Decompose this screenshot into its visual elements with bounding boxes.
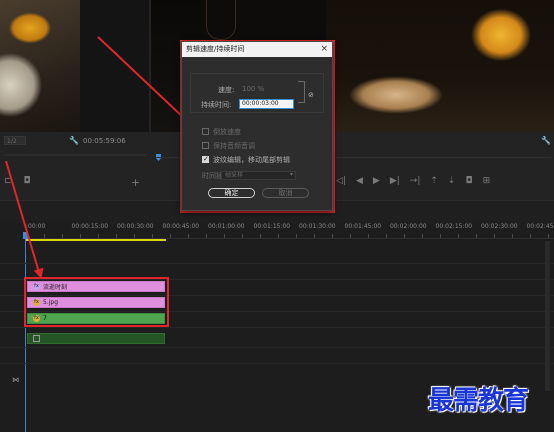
ruler-label: 00:00:30:00	[117, 223, 154, 230]
source-zoom-value: 1/2	[7, 138, 17, 145]
source-button-row: ⊏ ◘	[4, 176, 31, 186]
ruler-label: 00:01:15:00	[253, 223, 291, 230]
lift-icon[interactable]: ⇡	[430, 176, 438, 186]
reverse-speed-label: 倒放速度	[213, 128, 241, 136]
dialog-titlebar[interactable]: 剪辑速度/持续时间 ×	[182, 42, 332, 57]
source-monitor-controls: 1/2 🔧 00:05:59:06 ⊏ ◘ +	[0, 132, 149, 200]
source-frame-image	[0, 0, 80, 132]
extract-icon[interactable]: ⇣	[448, 176, 456, 186]
timeline-scrollbar[interactable]	[545, 241, 550, 391]
timeline-ruler-labels: :00:00 00:00:15:00 00:00:30:00 00:00:45:00 0…	[26, 223, 554, 233]
timeline-marker-icon[interactable]: ⋈	[12, 376, 19, 384]
clip-speed-dialog: 剪辑速度/持续时间 × 速度: 100 % 持续时间: 00:00:03:00 …	[181, 41, 333, 211]
clips-highlight-box	[24, 277, 169, 327]
button-editor-icon[interactable]: ⊞	[483, 176, 491, 186]
interpolation-select[interactable]: 帧采样	[221, 171, 296, 180]
wrench-icon[interactable]: 🔧	[69, 136, 79, 145]
ruler-label: 00:01:00:00	[208, 223, 245, 230]
speed-value[interactable]: 100 %	[242, 85, 264, 93]
source-timecode[interactable]: 00:05:59:06	[83, 137, 126, 145]
step-back-icon[interactable]: ◁|	[336, 176, 346, 186]
maintain-pitch-label: 保持音频音调	[213, 142, 255, 150]
work-area-bar[interactable]	[26, 239, 166, 241]
maintain-pitch-checkbox[interactable]	[202, 142, 209, 149]
close-icon[interactable]: ×	[320, 42, 328, 57]
ruler-label: 00:01:30:00	[299, 223, 336, 230]
ruler-label: 00:00:15:00	[71, 223, 109, 230]
link-bracket	[298, 81, 305, 103]
track-divider	[0, 263, 554, 264]
timeline-playhead[interactable]	[25, 235, 26, 432]
source-zoom-select[interactable]: 1/2	[4, 136, 26, 145]
chain-link-icon[interactable]: ⊘	[308, 91, 314, 99]
wine-glass-shape	[206, 0, 236, 40]
add-button-icon[interactable]: +	[131, 176, 140, 189]
speed-label: 速度:	[218, 86, 235, 94]
source-frame-border	[80, 0, 149, 132]
track-divider	[0, 347, 554, 348]
ruler-label: 00:02:00:00	[390, 223, 427, 230]
ripple-edit-checkbox[interactable]	[202, 155, 209, 163]
ruler-label: 00:00:45:00	[162, 223, 200, 230]
camera-icon[interactable]: ◘	[24, 176, 31, 186]
play-icon[interactable]: ▶	[373, 176, 380, 186]
duration-input[interactable]: 00:00:03:00	[239, 99, 294, 109]
watermark-logo: 最需教育	[428, 386, 529, 416]
transport-controls: ◁| ◀ ▶ ▶| →| ⇡ ⇣ ◘ ⊞	[336, 176, 490, 186]
step-forward-icon[interactable]: ▶|	[390, 176, 400, 186]
ruler-label: :00:00	[26, 223, 46, 230]
step-back-frame-icon[interactable]: ◀	[356, 176, 363, 186]
audio-clip-icon	[33, 335, 40, 342]
program-settings-icon[interactable]: 🔧	[541, 136, 551, 145]
go-to-out-icon[interactable]: →|	[410, 176, 421, 186]
ok-button[interactable]: 确定	[208, 188, 255, 198]
ripple-edit-label: 波纹编辑，移动尾部剪辑	[213, 156, 290, 164]
track-divider	[0, 327, 554, 328]
ruler-label: 00:02:45:0	[526, 223, 554, 230]
cancel-button[interactable]: 取消	[262, 188, 309, 198]
source-scrub-bar[interactable]	[4, 154, 146, 156]
track-divider	[0, 363, 554, 364]
reverse-speed-checkbox[interactable]	[202, 128, 209, 135]
export-frame-icon[interactable]: ◘	[465, 176, 472, 186]
duration-label: 持续时间:	[201, 101, 232, 109]
clip-audio[interactable]	[27, 333, 165, 344]
ruler-label: 00:02:15:00	[435, 223, 473, 230]
ruler-label: 00:01:45:00	[344, 223, 382, 230]
dialog-title: 剪辑速度/持续时间	[186, 45, 245, 53]
ruler-label: 00:02:30:00	[481, 223, 518, 230]
program-frame-image	[326, 0, 554, 132]
